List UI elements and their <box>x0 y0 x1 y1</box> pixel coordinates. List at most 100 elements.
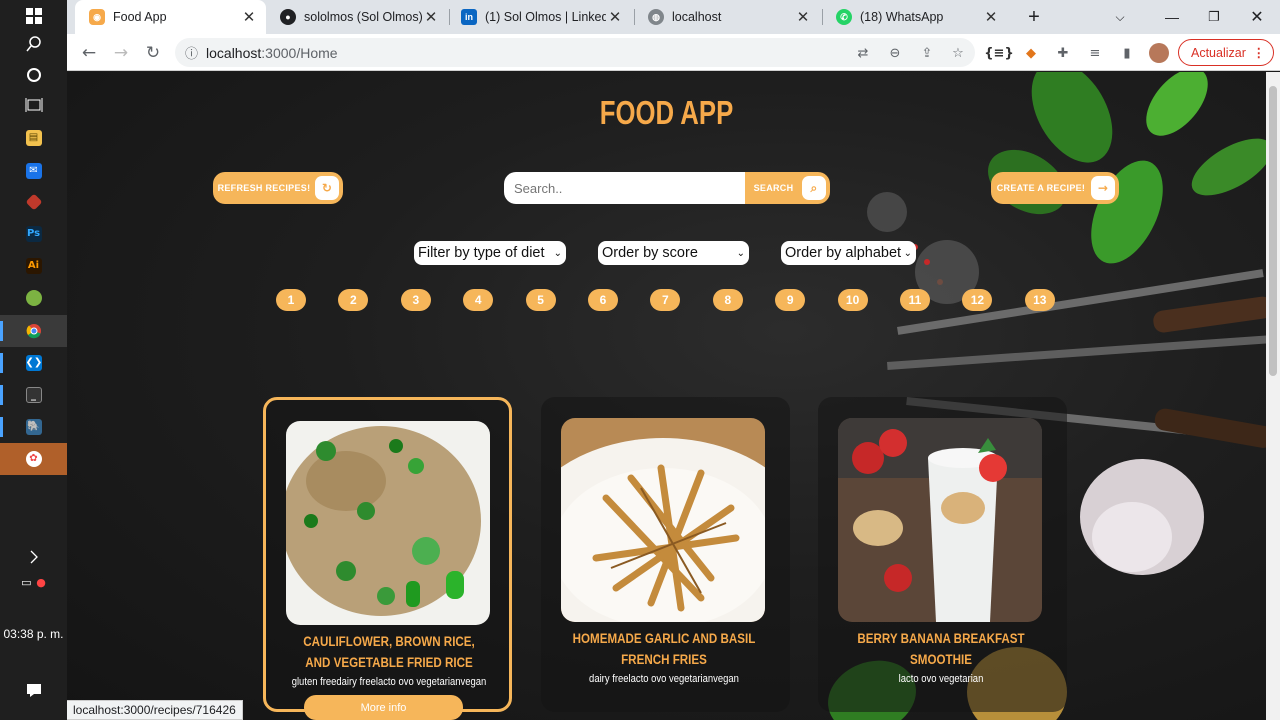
scrollbar[interactable] <box>1266 72 1280 720</box>
page-button[interactable]: 10 <box>837 289 868 311</box>
search-input[interactable] <box>504 172 746 204</box>
search-icon: ⌕ <box>802 176 826 200</box>
chevron-down-icon: ⌄ <box>553 247 562 259</box>
close-icon[interactable]: ✕ <box>794 8 812 26</box>
recipe-name: HOMEMADE GARLIC AND BASIL FRENCH FRIES <box>572 631 756 667</box>
page-button[interactable]: 7 <box>650 289 681 311</box>
cortana-icon[interactable] <box>0 59 67 91</box>
close-icon[interactable]: ✕ <box>982 8 1000 26</box>
recipe-card[interactable]: CAULIFLOWER, BROWN RICE, AND VEGETABLE F… <box>263 397 512 712</box>
page-button[interactable]: 3 <box>400 289 431 311</box>
chevron-down-icon: ⌄ <box>903 247 912 259</box>
close-icon[interactable]: ✕ <box>422 8 440 26</box>
page-button[interactable]: 2 <box>338 289 369 311</box>
zoom-icon[interactable]: ⊖ <box>884 42 906 64</box>
clock: 03:38 p. m. <box>3 627 64 641</box>
recipe-image-fried-rice <box>286 421 490 625</box>
extension-json-icon[interactable]: {≡} <box>984 42 1013 64</box>
close-icon[interactable]: ✕ <box>240 8 258 26</box>
info-icon[interactable]: ⓘ <box>185 43 198 62</box>
reload-icon[interactable]: ↻ <box>140 40 166 66</box>
app-icon[interactable] <box>0 186 67 218</box>
chevron-down-icon[interactable]: ⌵ <box>1110 0 1130 34</box>
translate-icon[interactable]: ⇄ <box>852 42 874 64</box>
tab-title: Food App <box>113 10 167 24</box>
extensions-puzzle-icon[interactable]: ✚ <box>1052 42 1074 64</box>
restore-button[interactable]: ❐ <box>1199 0 1229 34</box>
side-panel-icon[interactable]: ▮ <box>1116 42 1138 64</box>
scrollbar-thumb[interactable] <box>1269 86 1277 376</box>
more-info-button[interactable]: More info <box>304 695 463 720</box>
recipe-diets: dairy freelacto ovo vegetarianvegan <box>589 673 739 685</box>
minimize-button[interactable]: — <box>1157 0 1187 34</box>
recipe-diets: lacto ovo vegetarian <box>898 673 984 685</box>
tab-strip: ◉ Food App ✕ ● sololmos (Sol Olmos) ✕ in… <box>67 0 1280 34</box>
score-order-select[interactable]: Order by score ⌄ <box>598 241 749 265</box>
forward-icon[interactable]: → <box>108 40 134 66</box>
illustrator-icon[interactable]: Ai <box>0 250 67 282</box>
share-icon[interactable]: ⇪ <box>916 42 938 64</box>
app-active-icon[interactable]: ✿ <box>0 443 67 475</box>
recipe-card[interactable]: HOMEMADE GARLIC AND BASIL FRENCH FRIES d… <box>541 397 790 712</box>
alphabet-order-select[interactable]: Order by alphabet ⌄ <box>781 241 916 265</box>
create-label: CREATE A RECIPE! <box>996 183 1086 193</box>
tab-whatsapp[interactable]: ✆ (18) WhatsApp ✕ <box>824 0 1008 34</box>
tab-linkedin[interactable]: in (1) Sol Olmos | LinkedIn ✕ <box>451 0 632 34</box>
avatar[interactable] <box>1148 42 1170 64</box>
toolbar: ← → ↻ ⓘ localhost:3000/Home ⇄ ⊖ ⇪ ☆ {≡} … <box>67 34 1280 71</box>
close-window-button[interactable]: ✕ <box>1242 0 1272 34</box>
terminal-icon[interactable]: _ <box>0 379 67 411</box>
notifications-icon[interactable] <box>0 674 67 706</box>
page-button[interactable]: 12 <box>962 289 993 311</box>
bookmark-star-icon[interactable]: ☆ <box>947 42 969 64</box>
tab-food-app[interactable]: ◉ Food App ✕ <box>75 0 266 34</box>
recipe-image-french-fries <box>561 418 765 622</box>
search-button[interactable]: SEARCH ⌕ <box>745 172 830 204</box>
search-icon[interactable] <box>0 28 67 60</box>
linkedin-icon: in <box>461 9 477 25</box>
task-view-icon[interactable] <box>0 89 67 121</box>
app-green-icon[interactable] <box>0 282 67 314</box>
more-options-icon[interactable]: ⋮ <box>1253 45 1266 60</box>
page-title: FOOD APP <box>599 94 734 131</box>
diet-filter-select[interactable]: Filter by type of diet ⌄ <box>414 241 566 265</box>
metamask-icon[interactable]: ◆ <box>1020 42 1042 64</box>
page-button[interactable]: 9 <box>775 289 806 311</box>
create-recipe-button[interactable]: CREATE A RECIPE! → <box>991 172 1119 204</box>
mail-icon[interactable]: ✉ <box>0 155 67 187</box>
system-tray-icons[interactable]: ▭ ● <box>0 566 67 598</box>
tab-title: (18) WhatsApp <box>860 10 944 24</box>
refresh-recipes-button[interactable]: REFRESH RECIPES! ↻ <box>213 172 343 204</box>
github-icon: ● <box>280 9 296 25</box>
page-button[interactable]: 13 <box>1024 289 1055 311</box>
recipe-card[interactable]: BERRY BANANA BREAKFAST SMOOTHIE lacto ov… <box>818 397 1067 712</box>
postgres-icon[interactable]: 🐘 <box>0 411 67 443</box>
chrome-icon[interactable] <box>0 315 67 347</box>
page-button[interactable]: 8 <box>712 289 743 311</box>
close-icon[interactable]: ✕ <box>606 8 624 26</box>
page-button[interactable]: 6 <box>588 289 618 311</box>
vscode-icon[interactable]: ❮❯ <box>0 347 67 379</box>
photoshop-icon[interactable]: Ps <box>0 218 67 250</box>
back-icon[interactable]: ← <box>76 40 102 66</box>
tab-github[interactable]: ● sololmos (Sol Olmos) ✕ <box>270 0 448 34</box>
tab-localhost[interactable]: ◍ localhost ✕ <box>636 0 820 34</box>
update-label: Actualizar <box>1191 45 1246 60</box>
search-label: SEARCH <box>753 183 794 193</box>
page-button[interactable]: 4 <box>463 289 494 311</box>
media-queue-icon[interactable]: ≡ <box>1084 42 1106 64</box>
page-button[interactable]: 11 <box>900 289 930 311</box>
new-tab-button[interactable]: + <box>1022 0 1046 34</box>
arrow-right-icon: → <box>1091 176 1115 200</box>
score-order-label: Order by score <box>602 245 698 261</box>
file-explorer-icon[interactable]: ▤ <box>0 122 67 154</box>
globe-icon: ◍ <box>648 9 664 25</box>
url-path: :3000/Home <box>261 44 338 61</box>
update-button[interactable]: Actualizar ⋮ <box>1178 39 1274 66</box>
page-button[interactable]: 1 <box>276 289 306 311</box>
recipe-name: CAULIFLOWER, BROWN RICE, AND VEGETABLE F… <box>303 634 475 670</box>
recipe-diets: gluten freedairy freelacto ovo vegetaria… <box>291 676 487 688</box>
tab-title: sololmos (Sol Olmos) <box>304 10 422 24</box>
page-button[interactable]: 5 <box>525 289 556 311</box>
whatsapp-icon: ✆ <box>836 9 852 25</box>
